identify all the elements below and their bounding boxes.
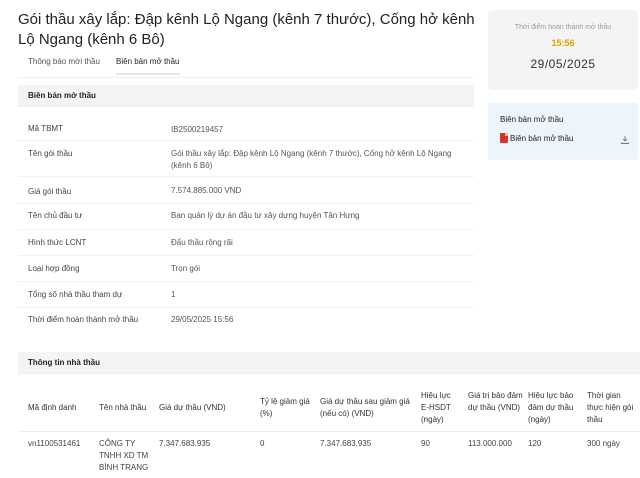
cell-gia-sau-giam-gia: 7.347.683.935 [320, 439, 372, 448]
col-header-hieu-luc-bao-dam: Hiệu lực bảo đảm dự thầu (ngày) [528, 391, 574, 424]
row-label: Hình thức LCNT [28, 238, 87, 247]
col-header-gia-sau-giam-gia: Giá dự thầu sau giảm giá (nếu có) (VND) [320, 397, 410, 418]
info-row-chu-dau-tu: Tên chủ đầu tư Ban quản lý dự án đầu tư … [18, 204, 474, 230]
row-value: Gói thầu xây lắp: Đập kênh Lộ Ngang (kên… [171, 149, 452, 170]
info-row-ma-tbmt: Mã TBMT IB2500219457 [18, 115, 474, 141]
col-header-hieu-luc-ehsdt: Hiệu lực E-HSDT (ngày) [421, 391, 451, 424]
col-header-ten-nha-thau: Tên nhà thầu [99, 403, 147, 412]
row-label: Tên chủ đầu tư [28, 211, 83, 220]
cell-hieu-luc-ehsdt: 90 [421, 439, 430, 448]
completion-date: 29/05/2025 [530, 57, 596, 71]
cell-ma-dinh-danh: vn1100531461 [28, 439, 81, 448]
col-header-ty-le-giam-gia: Tỷ lệ giảm giá (%) [260, 397, 310, 418]
tab-bar: Thông báo mời thầu Biên bản mở thầu [18, 52, 474, 78]
row-label: Giá gói thầu [28, 187, 72, 196]
section-title: Biên bản mở thầu [28, 91, 96, 100]
row-label: Loại hợp đồng [28, 264, 80, 273]
section-title: Thông tin nhà thầu [28, 358, 100, 367]
info-row-thoi-diem: Thời điểm hoàn thành mở thầu 29/05/2025 … [18, 308, 474, 334]
cell-ten-nha-thau[interactable]: CÔNG TY TNHH XD TM BÌNH TRANG [99, 438, 155, 474]
row-value[interactable]: IB2500219457 [171, 124, 471, 136]
bidder-table-header: Mã định danh Tên nhà thầu Giá dự thầu (V… [18, 382, 640, 432]
table-row: vn1100531461 CÔNG TY TNHH XD TM BÌNH TRA… [18, 432, 640, 478]
document-link[interactable]: Biên bản mở thầu [500, 133, 574, 143]
row-label: Thời điểm hoàn thành mở thầu [28, 315, 139, 324]
documents-card: Biên bản mở thầu Biên bản mở thầu [488, 103, 638, 160]
row-label: Tổng số nhà thầu tham dự [28, 290, 123, 299]
cell-thoi-gian-thuc-hien: 300 ngày [587, 439, 620, 448]
document-label[interactable]: Biên bản mở thầu [510, 134, 574, 143]
section-header-nha-thau: Thông tin nhà thầu [18, 352, 640, 374]
section-header-bien-ban: Biên bản mở thầu [18, 85, 474, 107]
row-label: Tên gói thầu [28, 149, 73, 158]
col-header-thoi-gian-thuc-hien: Thời gian thực hiện gói thầu [587, 391, 634, 424]
row-value: Ban quản lý dự án đầu tư xây dựng huyện … [171, 211, 360, 220]
page-title: Gói thầu xây lắp: Đập kênh Lộ Ngang (kên… [18, 11, 475, 48]
info-row-tong-so-nha-thau: Tổng số nhà thầu tham dự 1 [18, 282, 474, 308]
row-value: 7.574.885.000 VND [171, 186, 242, 195]
row-value: 29/05/2025 15:56 [171, 315, 234, 324]
cell-gia-du-thau: 7.347.683.935 [159, 439, 211, 448]
info-row-gia-goi-thau: Giá gói thầu 7.574.885.000 VND [18, 177, 474, 204]
row-label: Mã TBMT [28, 124, 63, 133]
row-value: Trọn gói [171, 264, 201, 273]
download-icon[interactable] [620, 135, 630, 145]
documents-title: Biên bản mở thầu [500, 115, 564, 124]
row-value: 1 [171, 290, 176, 299]
row-value: Đấu thầu rộng rãi [171, 238, 233, 247]
info-row-ten-goi-thau: Tên gói thầu Gói thầu xây lắp: Đập kênh … [18, 141, 474, 177]
info-row-hinh-thuc: Hình thức LCNT Đấu thầu rộng rãi [18, 230, 474, 256]
tab-thong-bao-moi-thau[interactable]: Thông báo mời thầu [28, 57, 100, 66]
completion-time: 15:56 [551, 38, 575, 48]
cell-gia-tri-bao-dam: 113.000.000 [468, 439, 512, 448]
completion-time-card: Thời điểm hoàn thành mở thầu 15:56 29/05… [488, 10, 638, 90]
completion-label: Thời điểm hoàn thành mở thầu [514, 24, 612, 31]
col-header-gia-du-thau: Giá dự thầu (VND) [159, 403, 226, 412]
pdf-icon [500, 133, 508, 143]
col-header-gia-tri-bao-dam: Giá trị bảo đảm dự thầu (VND) [468, 391, 523, 412]
tab-bien-ban-mo-thau[interactable]: Biên bản mở thầu [116, 57, 180, 75]
cell-hieu-luc-bao-dam: 120 [528, 439, 542, 448]
info-row-loai-hop-dong: Loại hợp đồng Trọn gói [18, 256, 474, 282]
cell-ty-le-giam-gia: 0 [260, 439, 265, 448]
col-header-ma-dinh-danh: Mã định danh [28, 403, 77, 412]
